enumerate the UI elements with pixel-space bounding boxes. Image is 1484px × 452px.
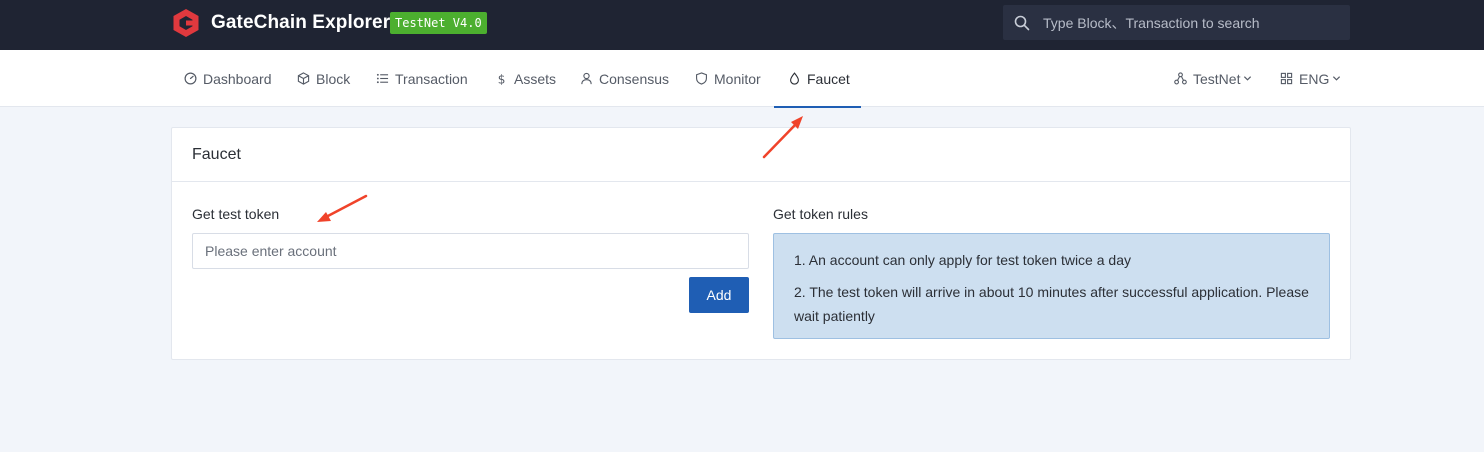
- search-input[interactable]: [1043, 5, 1343, 40]
- nav-label: Block: [316, 70, 351, 87]
- network-selector-label: TestNet: [1193, 70, 1241, 87]
- faucet-card: Faucet Get test token Add Get token rule…: [171, 127, 1351, 360]
- svg-text:$: $: [498, 73, 506, 85]
- nav-label: Transaction: [395, 70, 468, 87]
- network-selector[interactable]: TestNet: [1174, 50, 1252, 107]
- network-version-badge: TestNet V4.0: [390, 12, 487, 34]
- rule-item: 1. An account can only apply for test to…: [794, 252, 1131, 268]
- gatechain-logo-icon[interactable]: [171, 8, 201, 38]
- nav-transaction[interactable]: Transaction: [376, 50, 468, 107]
- chevron-down-icon: [1244, 76, 1252, 81]
- chevron-down-icon: [1333, 76, 1341, 81]
- search-icon: [1014, 15, 1030, 31]
- nav-label: Assets: [514, 70, 557, 87]
- nav-label: Faucet: [807, 70, 850, 87]
- nav-assets[interactable]: $ Assets: [495, 50, 556, 107]
- apps-grid-icon: [1280, 72, 1293, 85]
- token-rules-box: 1. An account can only apply for test to…: [773, 233, 1330, 339]
- dollar-icon: $: [498, 73, 506, 85]
- drop-icon: [790, 72, 799, 85]
- shield-icon: [696, 72, 707, 85]
- main-nav: Dashboard Block Transaction $ Assets Con…: [0, 50, 1484, 108]
- rule-item: 2. The test token will arrive in about 1…: [794, 284, 1309, 324]
- nav-label: Monitor: [714, 70, 761, 87]
- nav-dashboard[interactable]: Dashboard: [184, 50, 272, 107]
- card-title: Faucet: [192, 146, 241, 163]
- nav-block[interactable]: Block: [297, 50, 350, 107]
- nav-label: Consensus: [599, 70, 670, 87]
- card-header: Faucet: [172, 128, 1350, 182]
- language-selector[interactable]: ENG: [1280, 50, 1341, 107]
- language-selector-label: ENG: [1299, 70, 1330, 87]
- top-header: GateChain Explorer TestNet V4.0: [0, 0, 1484, 50]
- dashboard-icon: [184, 72, 197, 85]
- nav-label: Dashboard: [203, 70, 272, 87]
- user-icon: [581, 72, 592, 85]
- get-test-token-label: Get test token: [192, 206, 280, 222]
- add-button[interactable]: Add: [689, 277, 749, 313]
- nav-consensus[interactable]: Consensus: [580, 50, 669, 107]
- account-input[interactable]: [192, 233, 749, 269]
- nav-monitor[interactable]: Monitor: [695, 50, 761, 107]
- nav-faucet[interactable]: Faucet: [774, 50, 861, 108]
- token-rules-label: Get token rules: [773, 206, 868, 222]
- network-icon: [1174, 72, 1187, 85]
- cube-icon: [297, 72, 310, 85]
- search-bar[interactable]: [1003, 5, 1350, 40]
- brand-title[interactable]: GateChain Explorer: [211, 12, 390, 34]
- list-icon: [376, 73, 389, 84]
